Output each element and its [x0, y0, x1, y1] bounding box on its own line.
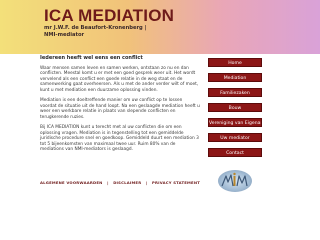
nmi-logo [218, 170, 252, 192]
footer-link-privacy[interactable]: PRIVACY STATEMENT [152, 180, 200, 185]
footer-separator: | [107, 180, 109, 185]
nav-item-home[interactable]: Home [208, 58, 262, 67]
nav-item-uw-mediator[interactable]: Uw mediator [208, 133, 262, 142]
footer-links: ALGEMENE VOORWAARDEN | DISCLAIMER | PRIV… [40, 180, 200, 185]
site-subtitle: mr J.W.F. de Beaufort-Kronenberg | NMI-m… [44, 25, 147, 38]
nav-item-mediation[interactable]: Mediation [208, 73, 262, 82]
nav-item-contact[interactable]: Contact [208, 148, 262, 157]
footer-link-terms[interactable]: ALGEMENE VOORWAARDEN [40, 180, 103, 185]
nav-item-familiezaken[interactable]: Familiezaken [208, 88, 262, 97]
page-heading: Iedereen heeft wel eens een conflict [40, 55, 143, 61]
nav-item-vve[interactable]: Vereniging van Eigenaren [208, 118, 262, 127]
site-title[interactable]: ICA MEDIATION [44, 6, 174, 26]
nmi-logo-graphic [221, 172, 248, 187]
sidebar-nav: Home Mediation Familiezaken Bouw Verenig… [208, 58, 262, 163]
paragraph-ica: Bij ICA MEDIATION kunt u terecht met al … [40, 125, 199, 152]
paragraph-intro: Waar mensen samen leven en samen werken,… [40, 65, 199, 93]
main-content: Iedereen heeft wel eens een conflict Waa… [40, 55, 200, 158]
footer-separator: | [145, 180, 148, 185]
header-banner: ICA MEDIATION mr J.W.F. de Beaufort-Kron… [0, 0, 320, 54]
paragraph-effective: Mediation is een doeltreffende manier om… [40, 98, 200, 120]
footer-link-disclaimer[interactable]: DISCLAIMER [113, 180, 141, 185]
nav-item-bouw[interactable]: Bouw [208, 103, 262, 112]
